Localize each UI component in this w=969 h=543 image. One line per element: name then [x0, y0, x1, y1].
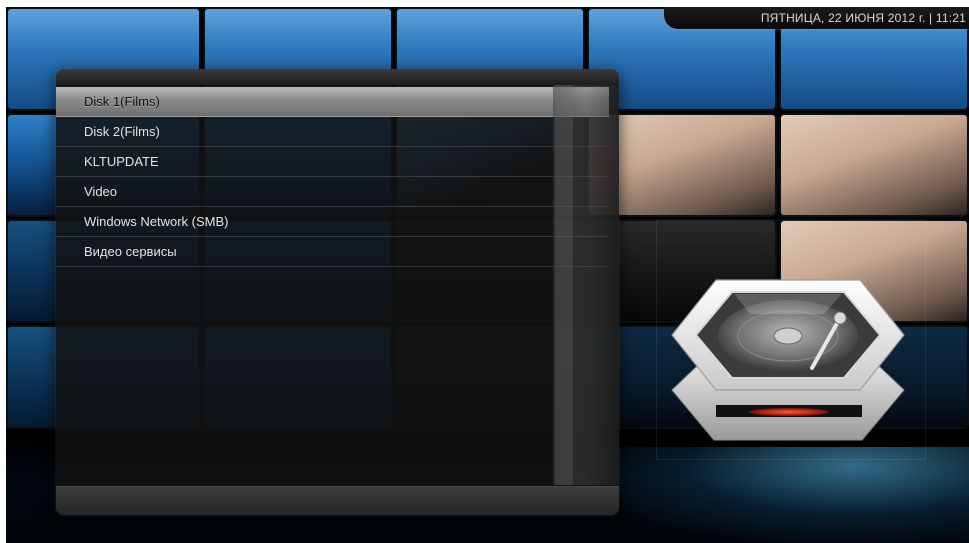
hard-disk-icon — [671, 279, 905, 441]
list-item-video-services[interactable]: Видео сервисы — [56, 237, 609, 267]
wall-tile — [779, 113, 969, 217]
scrollbar[interactable] — [553, 85, 619, 485]
list-item-windows-network[interactable]: Windows Network (SMB) — [56, 207, 609, 237]
source-list-panel: Disk 1(Films) Disk 2(Films) KLTUPDATE Vi… — [56, 69, 619, 515]
status-bar: ПЯТНИЦА, 22 ИЮНЯ 2012 г. | 11:21 — [664, 7, 969, 29]
source-list: Disk 1(Films) Disk 2(Films) KLTUPDATE Vi… — [56, 87, 609, 267]
list-item-kltupdate[interactable]: KLTUPDATE — [56, 147, 609, 177]
scrollbar-thumb[interactable] — [555, 85, 573, 485]
panel-footer — [56, 486, 619, 515]
background-glow — [586, 447, 969, 543]
media-player-screen: ПЯТНИЦА, 22 ИЮНЯ 2012 г. | 11:21 Disk 1(… — [6, 7, 969, 543]
list-item-disk-2[interactable]: Disk 2(Films) — [56, 117, 609, 147]
list-item-video[interactable]: Video — [56, 177, 609, 207]
list-item-disk-1[interactable]: Disk 1(Films) — [56, 87, 609, 117]
panel-header — [56, 69, 619, 85]
date-time-text: ПЯТНИЦА, 22 ИЮНЯ 2012 г. | 11:21 — [760, 11, 966, 25]
activity-led — [749, 408, 829, 416]
